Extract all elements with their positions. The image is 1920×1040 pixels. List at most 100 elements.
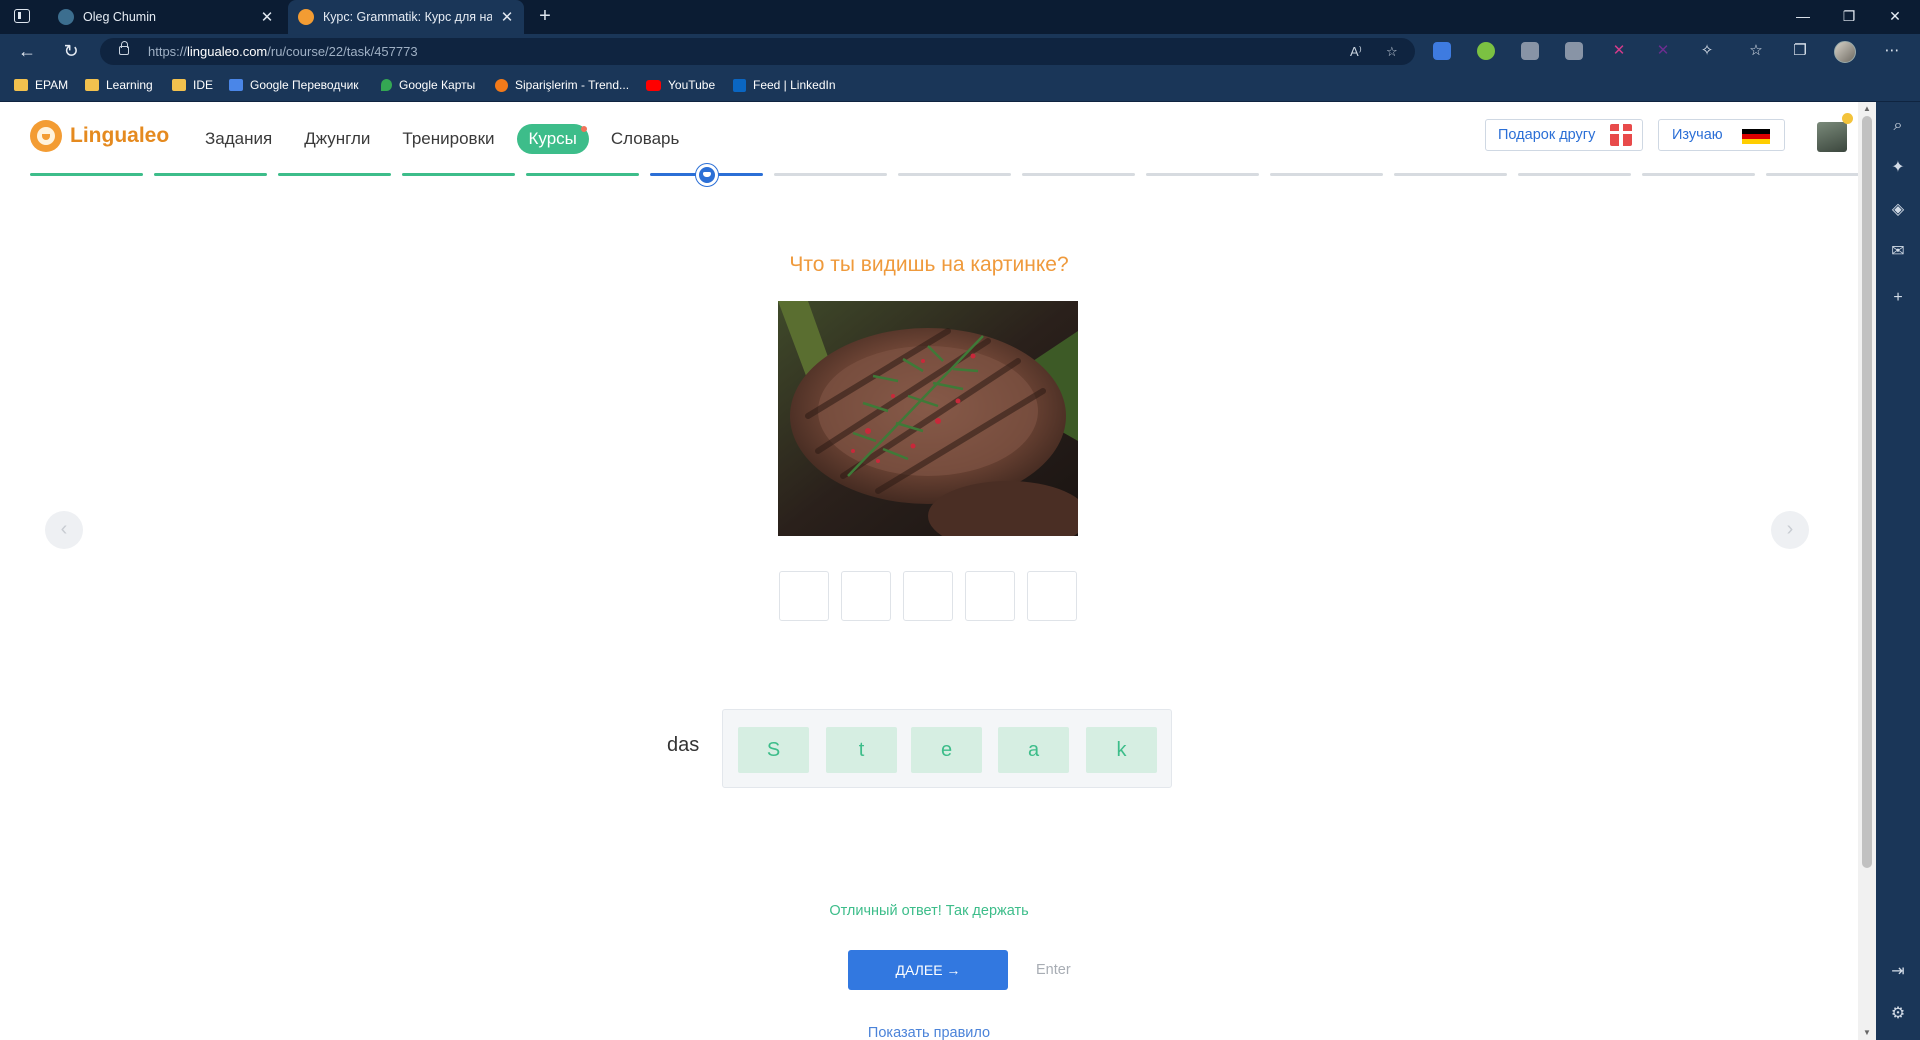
progress-segment[interactable]: [898, 173, 1011, 176]
previous-task-button[interactable]: ‹: [45, 511, 83, 549]
bookmark-label: Feed | LinkedIn: [753, 78, 836, 92]
lion-logo-icon: [30, 120, 62, 152]
page-scrollbar[interactable]: ▲ ▼: [1858, 102, 1876, 1040]
read-aloud-icon[interactable]: A⁾: [1350, 44, 1362, 60]
bookmark-youtube[interactable]: YouTube: [646, 68, 715, 102]
green-extension-icon[interactable]: [1477, 42, 1495, 60]
refresh-icon[interactable]: ↻: [60, 40, 82, 62]
bookmark-epam[interactable]: EPAM: [14, 68, 68, 102]
extensions-puzzle-icon[interactable]: ✧: [1697, 41, 1717, 61]
next-button[interactable]: ДАЛЕЕ →: [848, 950, 1008, 990]
progress-segment[interactable]: [402, 173, 515, 176]
bookmark-google-maps[interactable]: Google Карты: [381, 68, 475, 102]
progress-segment[interactable]: [1270, 173, 1383, 176]
scroll-up-icon[interactable]: ▲: [1862, 104, 1872, 114]
progress-segment[interactable]: [154, 173, 267, 176]
tab-title: Курс: Grammatik: Курс для начи: [323, 10, 492, 24]
letter-tile[interactable]: k: [1086, 727, 1157, 773]
bookmark-ide[interactable]: IDE: [172, 68, 213, 102]
minimize-icon[interactable]: —: [1780, 0, 1826, 34]
restore-icon[interactable]: ❐: [1826, 0, 1872, 34]
more-menu-icon[interactable]: ⋯: [1882, 41, 1902, 61]
learning-language-button[interactable]: Изучаю: [1658, 119, 1785, 151]
translate-extension-icon[interactable]: [1433, 42, 1451, 60]
answer-slot[interactable]: [903, 571, 953, 621]
progress-segment[interactable]: [526, 173, 639, 176]
letter-tile[interactable]: S: [738, 727, 809, 773]
crown-icon: [1842, 113, 1853, 124]
gift-friend-button[interactable]: Подарок другу: [1485, 119, 1643, 151]
new-tab-icon[interactable]: +: [532, 3, 558, 29]
nav-tasks[interactable]: Задания: [205, 124, 272, 154]
bookmark-label: YouTube: [668, 78, 716, 92]
close-window-icon[interactable]: ✕: [1872, 0, 1918, 34]
address-toolbar: ← ↻ https://lingualeo.com/ru/course/22/t…: [0, 34, 1920, 68]
bookmark-label: IDE: [193, 78, 214, 92]
collections-icon[interactable]: ❐: [1790, 41, 1810, 61]
tab-actions-icon[interactable]: [14, 9, 30, 23]
folder-icon: [14, 79, 28, 91]
add-favorite-icon[interactable]: ☆: [1386, 44, 1398, 60]
close-tab-icon[interactable]: ✕: [260, 8, 274, 26]
answer-slot[interactable]: [779, 571, 829, 621]
progress-segment[interactable]: [774, 173, 887, 176]
bookmark-linkedin[interactable]: Feed | LinkedIn: [733, 68, 836, 102]
profile-avatar-icon[interactable]: [1834, 41, 1856, 63]
logo-text: Lingualeo: [70, 124, 170, 147]
progress-segment[interactable]: [1766, 173, 1858, 176]
answer-slot[interactable]: [841, 571, 891, 621]
search-icon[interactable]: ⌕: [1888, 116, 1908, 136]
bookmark-label: Learning: [106, 78, 153, 92]
address-bar[interactable]: https://lingualeo.com/ru/course/22/task/…: [100, 38, 1415, 65]
nav-jungle[interactable]: Джунгли: [304, 124, 370, 154]
show-rule-link-label[interactable]: Показать правило: [868, 1025, 990, 1040]
progress-segment[interactable]: [1146, 173, 1259, 176]
hide-sidebar-icon[interactable]: ⇥: [1888, 962, 1908, 982]
copilot-icon[interactable]: ✦: [1888, 158, 1908, 178]
steak-image: [778, 301, 1078, 536]
answer-slot[interactable]: [965, 571, 1015, 621]
x-extension-icon[interactable]: ✕: [1609, 41, 1629, 61]
user-avatar[interactable]: [1817, 122, 1847, 152]
letter-tile[interactable]: t: [826, 727, 897, 773]
bookmark-learning[interactable]: Learning: [85, 68, 153, 102]
nav-dictionary[interactable]: Словарь: [611, 124, 679, 154]
back-icon[interactable]: ←: [16, 40, 38, 62]
close-tab-icon[interactable]: ✕: [500, 8, 514, 26]
favorites-icon[interactable]: ☆: [1746, 41, 1766, 61]
purple-extension-icon[interactable]: ✕: [1653, 41, 1673, 61]
browser-tab-strip: Oleg Chumin ✕ Курс: Grammatik: Курс для …: [0, 0, 1920, 34]
scroll-down-icon[interactable]: ▼: [1862, 1028, 1872, 1038]
progress-segment[interactable]: [278, 173, 391, 176]
gift-label: Подарок другу: [1498, 127, 1596, 143]
settings-gear-icon[interactable]: ⚙: [1888, 1004, 1908, 1024]
outlook-icon[interactable]: ✉: [1888, 242, 1908, 262]
linkedin-icon: [733, 78, 746, 92]
bookmark-google-translate[interactable]: Google Переводчик: [229, 68, 359, 102]
show-rule-link[interactable]: Показать правило: [0, 1025, 1858, 1040]
add-sidebar-app-icon[interactable]: +: [1888, 288, 1908, 308]
progress-segment[interactable]: [1518, 173, 1631, 176]
progress-segment[interactable]: [30, 173, 143, 176]
progress-segment[interactable]: [1642, 173, 1755, 176]
site-logo[interactable]: Lingualeo: [30, 120, 169, 152]
url-text[interactable]: https://lingualeo.com/ru/course/22/task/…: [148, 44, 418, 59]
progress-segment[interactable]: [1394, 173, 1507, 176]
answer-slot[interactable]: [1027, 571, 1077, 621]
progress-segment[interactable]: [1022, 173, 1135, 176]
bookmarks-bar: EPAM Learning IDE Google Переводчик Goog…: [0, 68, 1920, 102]
letter-tile[interactable]: e: [911, 727, 982, 773]
nav-trainings[interactable]: Тренировки: [402, 124, 494, 154]
extension-icon[interactable]: [1521, 42, 1539, 60]
browser-tab-oleg-chumin[interactable]: Oleg Chumin ✕: [48, 0, 284, 34]
tab-title: Oleg Chumin: [83, 10, 156, 24]
letter-tile[interactable]: a: [998, 727, 1069, 773]
extension-icon[interactable]: [1565, 42, 1583, 60]
next-task-arrow-button[interactable]: ›: [1771, 511, 1809, 549]
nav-courses[interactable]: Курсы: [516, 124, 589, 154]
lock-icon[interactable]: [119, 41, 129, 55]
scrollbar-thumb[interactable]: [1862, 116, 1872, 868]
bookmark-trendyol[interactable]: Siparişlerim - Trend...: [495, 68, 629, 102]
games-icon[interactable]: ◈: [1888, 200, 1908, 220]
browser-tab-lingualeo[interactable]: Курс: Grammatik: Курс для начи ✕: [288, 0, 524, 34]
